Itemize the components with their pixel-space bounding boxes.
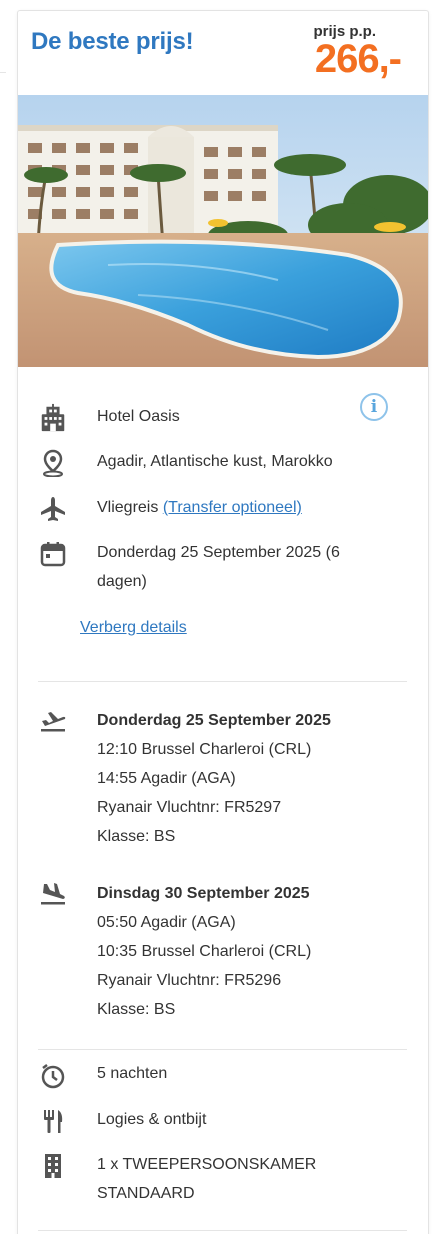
price-value: 266,- xyxy=(314,37,402,81)
best-price-title: De beste prijs! xyxy=(31,28,194,55)
airplane-icon xyxy=(38,494,68,524)
return-arrival: 10:35 Brussel Charleroi (CRL) xyxy=(97,943,312,960)
hide-details-link[interactable]: Verberg details xyxy=(80,615,187,641)
return-carrier: Ryanair Vluchtnr: FR5296 xyxy=(97,972,282,989)
outbound-departure: 12:10 Brussel Charleroi (CRL) xyxy=(97,741,312,758)
outbound-flight: Donderdag 25 September 2025 12:10 Brusse… xyxy=(97,706,397,851)
offer-card: De beste prijs! prijs p.p. 266,- xyxy=(17,10,429,1234)
nights-text: 5 nachten xyxy=(97,1065,168,1082)
return-date: Dinsdag 30 September 2025 xyxy=(97,885,310,902)
plane-departure-icon xyxy=(38,706,68,736)
clock-icon xyxy=(38,1061,68,1091)
return-departure: 05:50 Agadir (AGA) xyxy=(97,914,236,931)
board-text: Logies & ontbijt xyxy=(97,1111,207,1128)
card-header: De beste prijs! prijs p.p. 266,- xyxy=(18,11,428,95)
outbound-class: Klasse: BS xyxy=(97,828,176,845)
fork-knife-icon xyxy=(38,1106,68,1136)
divider xyxy=(38,681,407,682)
room-text: 1 x TWEEPERSOONSKAMER STANDAARD xyxy=(97,1156,317,1202)
travel-type: Vliegreis xyxy=(97,499,159,516)
info-icon[interactable]: i xyxy=(360,393,388,421)
map-pin-icon xyxy=(38,448,68,478)
location-text: Agadir, Atlantische kust, Marokko xyxy=(97,453,333,470)
travel-line: Vliegreis (Transfer optioneel) xyxy=(97,493,397,522)
outbound-arrival: 14:55 Agadir (AGA) xyxy=(97,770,236,787)
divider xyxy=(38,1049,407,1050)
transfer-link[interactable]: (Transfer optioneel) xyxy=(163,499,302,516)
return-flight: Dinsdag 30 September 2025 05:50 Agadir (… xyxy=(97,879,397,1024)
hotel-image[interactable] xyxy=(18,95,428,367)
page-edge-line xyxy=(0,72,6,73)
outbound-date: Donderdag 25 September 2025 xyxy=(97,712,331,729)
room-building-icon xyxy=(38,1151,68,1181)
plane-arrival-icon xyxy=(38,879,68,909)
building-icon xyxy=(38,403,68,433)
hotel-name: Hotel Oasis xyxy=(97,408,180,425)
return-class: Klasse: BS xyxy=(97,1001,176,1018)
date-line: Donderdag 25 September 2025 (6 dagen) xyxy=(97,544,340,590)
outbound-carrier: Ryanair Vluchtnr: FR5297 xyxy=(97,799,282,816)
calendar-icon xyxy=(38,539,68,569)
divider xyxy=(38,1230,407,1231)
